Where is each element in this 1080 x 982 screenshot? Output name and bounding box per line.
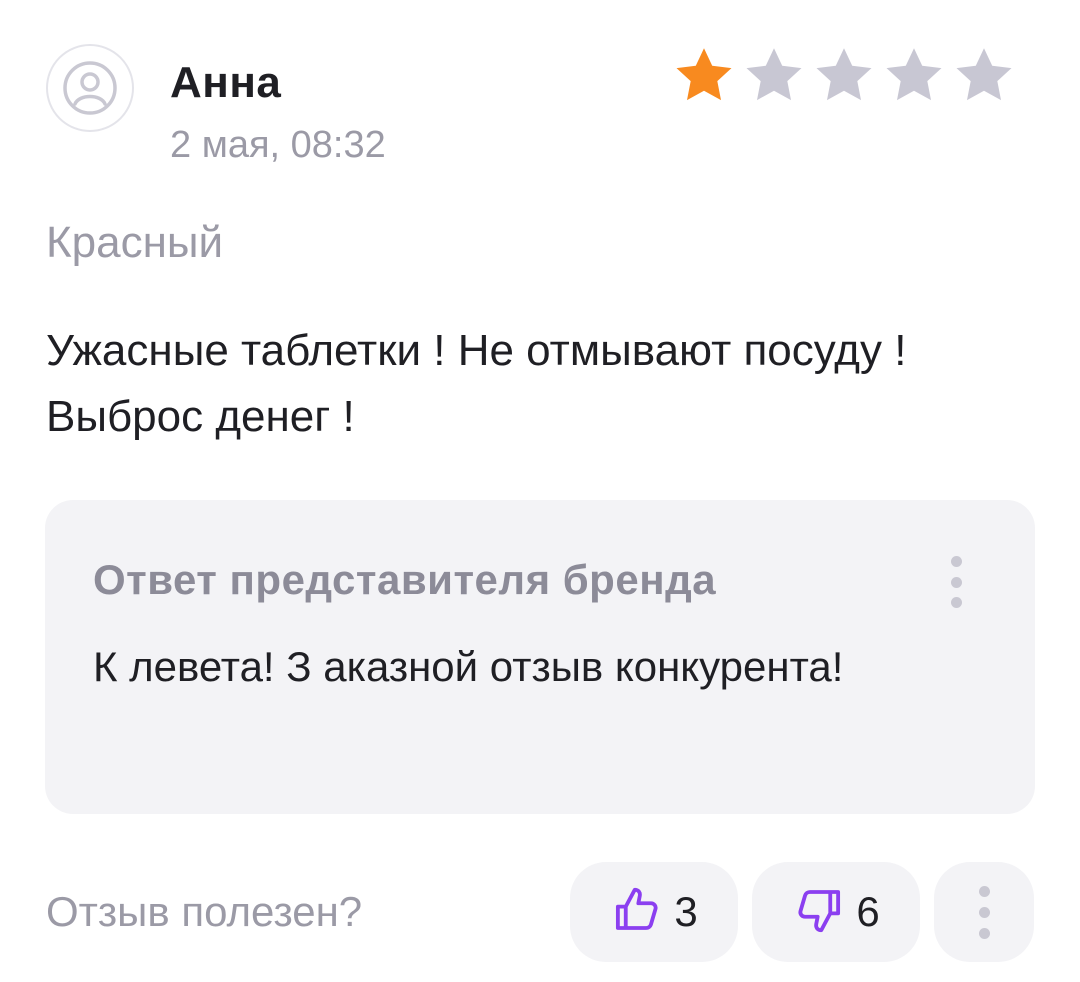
user-avatar-icon <box>46 44 134 132</box>
helpful-label: Отзыв полезен? <box>46 888 363 935</box>
review-date: 2 мая, 08:32 <box>170 124 386 166</box>
star-icon <box>810 42 878 110</box>
review-text: Ужасные таблетки ! Не отмывают посуду ! … <box>46 326 907 441</box>
brand-reply-panel: Ответ представителя бренда К левета! З а… <box>45 500 1035 814</box>
thumbs-down-icon <box>792 883 846 942</box>
star-icon <box>880 42 948 110</box>
reply-menu-icon[interactable] <box>941 552 971 612</box>
author-name: Анна <box>170 58 282 107</box>
dislike-count: 6 <box>856 888 880 935</box>
brand-reply-title: Ответ представителя бренда <box>93 556 717 603</box>
like-count: 3 <box>674 888 698 935</box>
dislike-button[interactable]: 6 <box>752 862 920 962</box>
star-icon <box>670 42 738 110</box>
brand-reply-text: К левета! З аказной отзыв конкурента! <box>93 643 844 690</box>
rating-stars <box>670 42 1018 110</box>
review-card: Анна 2 мая, 08:32 Красный Ужасные таблет… <box>0 0 1080 982</box>
product-variant: Красный <box>46 218 224 267</box>
like-button[interactable]: 3 <box>570 862 738 962</box>
more-options-icon[interactable] <box>934 862 1034 962</box>
thumbs-up-icon <box>610 883 664 942</box>
star-icon <box>740 42 808 110</box>
star-icon <box>950 42 1018 110</box>
